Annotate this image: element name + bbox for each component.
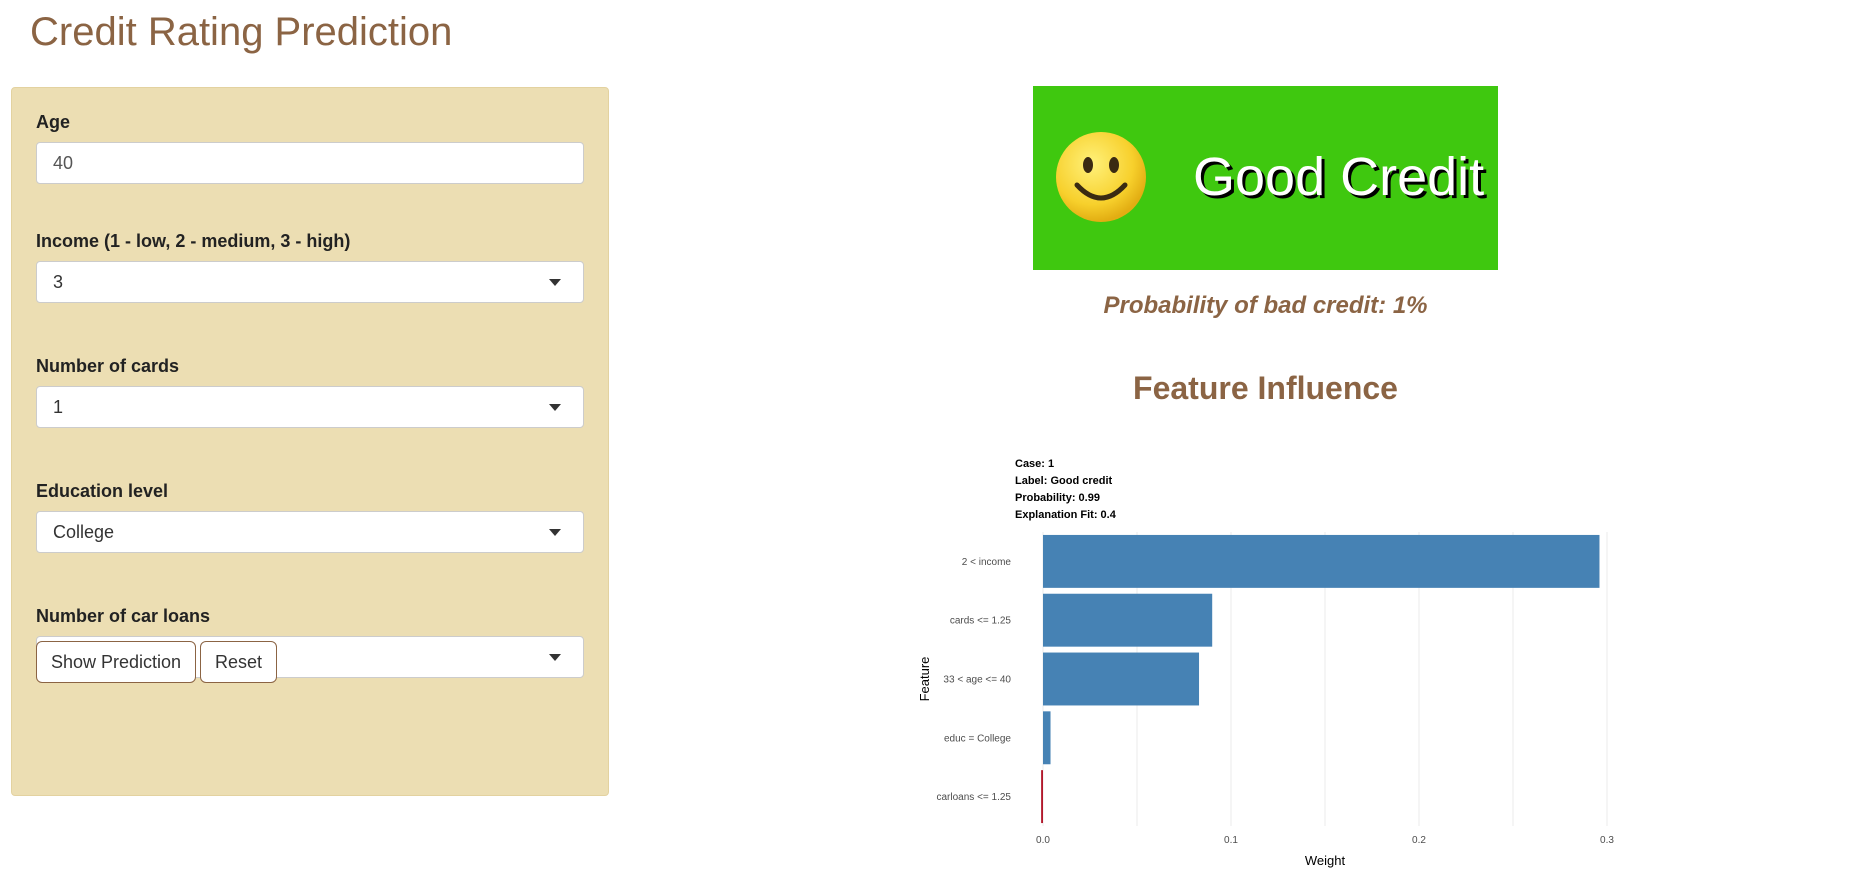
education-select-value: College <box>53 522 115 542</box>
chevron-down-icon <box>549 404 561 411</box>
chart-meta-text: Explanation Fit: 0.4 <box>1015 509 1117 521</box>
chevron-down-icon <box>549 279 561 286</box>
x-tick-label: 0.0 <box>1036 835 1050 846</box>
x-axis-label: Weight <box>1305 853 1346 868</box>
education-select[interactable]: College <box>36 511 584 553</box>
cards-select-value: 1 <box>53 397 64 417</box>
education-label: Education level <box>36 481 169 501</box>
feature-bar <box>1041 770 1043 824</box>
carloans-label: Number of car loans <box>36 606 211 626</box>
smiley-face-icon <box>1056 132 1146 222</box>
y-tick-label: 2 < income <box>962 557 1012 568</box>
input-panel: Age 40 Income (1 - low, 2 - medium, 3 - … <box>11 87 609 796</box>
chevron-down-icon <box>549 654 561 661</box>
income-select[interactable]: 3 <box>36 261 584 303</box>
x-tick-label: 0.3 <box>1600 835 1614 846</box>
age-label: Age <box>36 112 71 132</box>
feature-bar <box>1043 652 1200 706</box>
x-tick-label: 0.1 <box>1224 835 1238 846</box>
reset-button[interactable]: Reset <box>200 641 278 683</box>
cards-label: Number of cards <box>36 356 180 376</box>
feature-bar <box>1043 711 1051 765</box>
x-tick-label: 0.2 <box>1412 835 1426 846</box>
income-label: Income (1 - low, 2 - medium, 3 - high) <box>36 231 351 251</box>
feature-influence-chart: Case: 1 Label: Good credit Probability: 0.… <box>917 458 1614 868</box>
cards-select[interactable]: 1 <box>36 386 584 428</box>
y-tick-label: cards <= 1.25 <box>950 616 1012 627</box>
age-input[interactable]: 40 <box>36 142 584 184</box>
feature-influence-heading: Feature Influence <box>1133 370 1398 406</box>
chevron-down-icon <box>549 529 561 536</box>
page-title: Credit Rating Prediction <box>30 10 453 54</box>
y-tick-label: educ = College <box>944 733 1011 744</box>
y-tick-label: carloans <= 1.25 <box>937 792 1012 803</box>
chart-meta-text: Probability: 0.99 <box>1015 492 1100 504</box>
feature-bar <box>1043 593 1213 647</box>
credit-result-banner: Good Credit <box>1033 86 1498 270</box>
show-prediction-button[interactable]: Show Prediction <box>36 641 197 683</box>
bad-credit-probability: Probability of bad credit: 1% <box>1103 292 1428 319</box>
credit-result-text: Good Credit <box>1193 147 1485 207</box>
income-select-value: 3 <box>53 272 64 292</box>
chart-meta-text: Case: 1 <box>1015 458 1054 470</box>
y-tick-label: 33 < age <= 40 <box>943 675 1011 686</box>
y-axis-label: Feature <box>917 657 932 702</box>
feature-bar <box>1043 534 1600 588</box>
chart-meta-text: Label: Good credit <box>1015 475 1113 487</box>
